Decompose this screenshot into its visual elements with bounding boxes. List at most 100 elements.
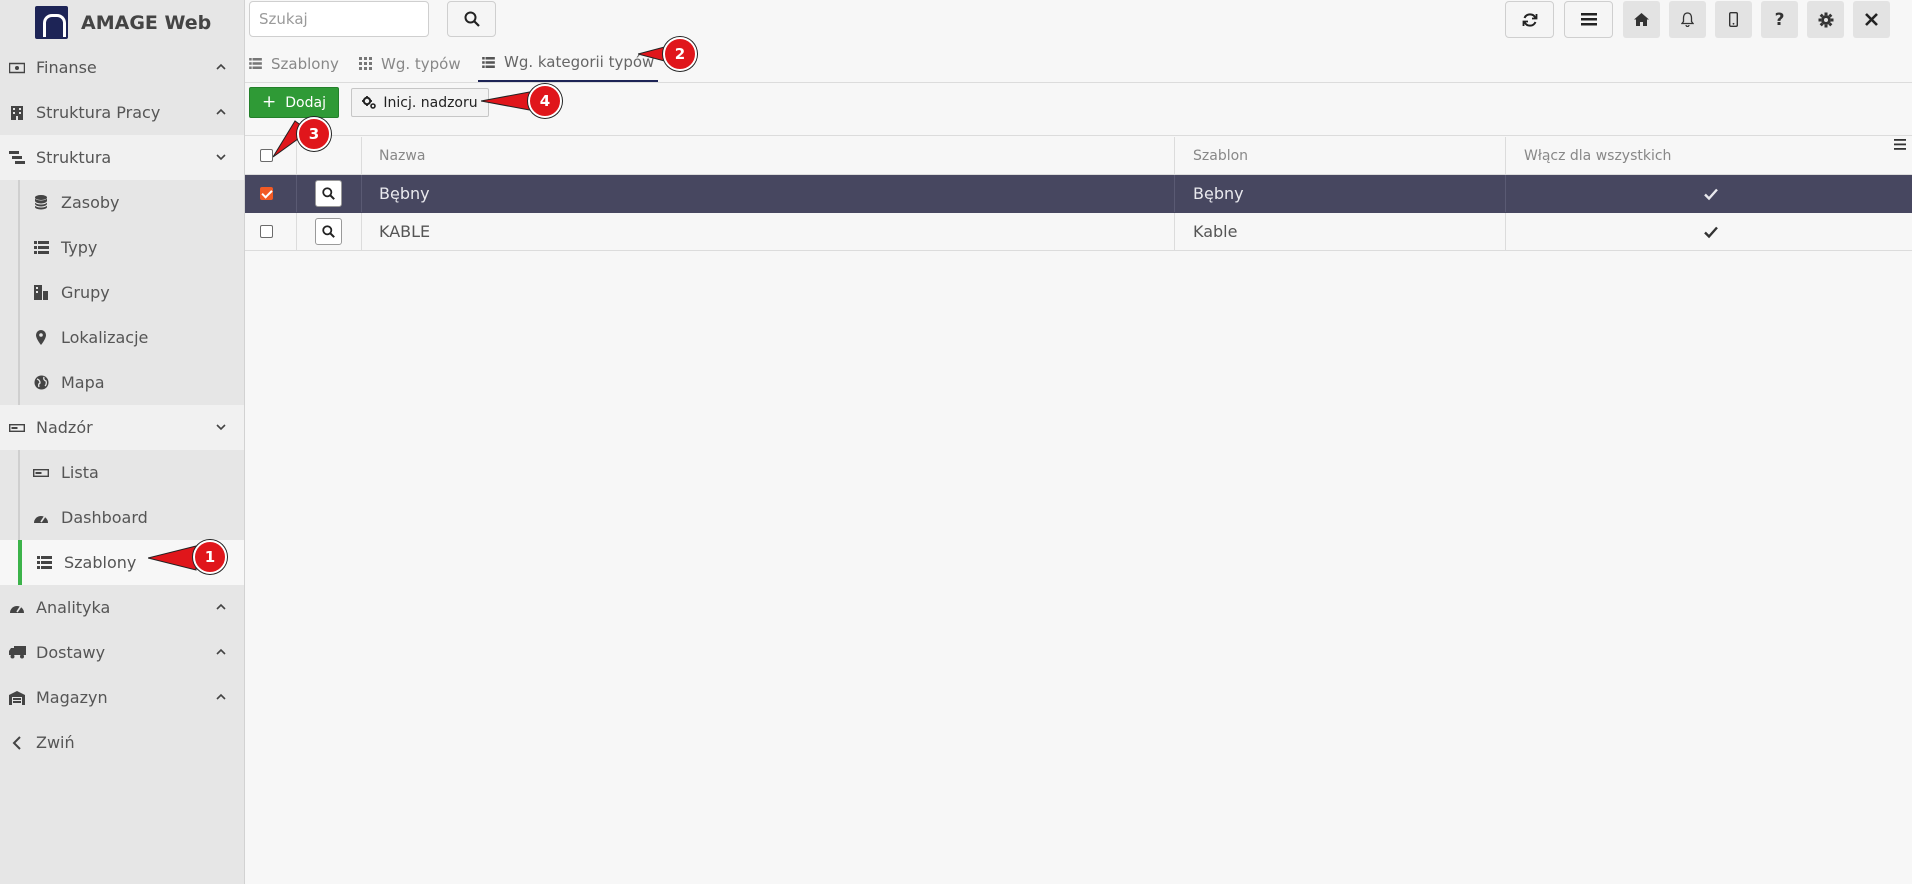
home-icon xyxy=(1634,13,1649,26)
sidebar-item-label: Lokalizacje xyxy=(61,328,149,347)
sidebar-item-grupy[interactable]: Grupy xyxy=(0,270,244,315)
preview-button[interactable] xyxy=(315,218,342,245)
search-button[interactable] xyxy=(447,1,496,37)
cell-wlacz xyxy=(1704,213,1718,250)
search-icon xyxy=(322,225,335,238)
sidebar-item-struktura-pracy[interactable]: Struktura Pracy xyxy=(0,90,244,135)
sidebar-item-label: Grupy xyxy=(61,283,110,302)
row-checkbox[interactable] xyxy=(260,187,273,200)
list-icon xyxy=(33,241,49,254)
hamburger-icon xyxy=(1580,13,1597,26)
row-preview-cell[interactable] xyxy=(315,175,342,212)
hamburger-icon xyxy=(1894,138,1906,150)
tab-szablony[interactable]: Szablony xyxy=(249,44,339,83)
settings-button[interactable] xyxy=(1807,1,1844,38)
sidebar-item-label: Szablony xyxy=(64,553,137,572)
add-button-label: Dodaj xyxy=(285,94,326,111)
sidebar-item-zasoby[interactable]: Zasoby xyxy=(0,180,244,225)
sidebar-item-lokalizacje[interactable]: Lokalizacje xyxy=(0,315,244,360)
column-menu-button[interactable] xyxy=(1894,133,1906,155)
refresh-button[interactable] xyxy=(1505,1,1554,38)
grid-icon xyxy=(359,57,372,70)
init-supervision-button[interactable]: Inicj. nadzoru xyxy=(351,88,489,117)
app-logo xyxy=(35,6,68,39)
chevron-up-icon xyxy=(216,603,226,610)
chevron-up-icon xyxy=(216,108,226,115)
map-marker-icon xyxy=(33,330,49,345)
row-select-cell[interactable] xyxy=(260,213,273,250)
sidebar-item-magazyn[interactable]: Magazyn xyxy=(0,675,244,720)
help-button[interactable]: ? xyxy=(1761,1,1798,38)
sidebar-item-typy[interactable]: Typy xyxy=(0,225,244,270)
select-all-checkbox[interactable] xyxy=(260,149,273,162)
sidebar-item-dostawy[interactable]: Dostawy xyxy=(0,630,244,675)
sidebar-item-label: Mapa xyxy=(61,373,105,392)
sitemap-icon xyxy=(8,150,26,165)
sidebar-item-nadzor[interactable]: Nadzór xyxy=(0,405,244,450)
gear-icon xyxy=(1818,12,1833,27)
preview-button[interactable] xyxy=(315,180,342,207)
table-row[interactable]: Bębny Bębny xyxy=(245,175,1912,213)
sidebar-item-label: Zwiń xyxy=(36,733,75,752)
init-button-label: Inicj. nadzoru xyxy=(383,94,478,111)
sidebar-item-finanse[interactable]: Finanse xyxy=(0,45,244,90)
data-table: Nazwa Szablon Włącz dla wszystkich Bębny… xyxy=(245,117,1912,251)
chevron-up-icon xyxy=(216,63,226,70)
search-input[interactable] xyxy=(249,1,429,37)
search-icon xyxy=(464,11,480,27)
tab-bar: Szablony Wg. typów Wg. kategorii typów 2 xyxy=(245,37,1912,83)
tab-wg-kategorii-typow[interactable]: Wg. kategorii typów xyxy=(478,44,659,82)
annotation-marker-2: 2 xyxy=(663,37,697,71)
mobile-button[interactable] xyxy=(1715,1,1752,38)
sidebar-item-label: Nadzór xyxy=(36,418,93,437)
table-row[interactable]: KABLE Kable xyxy=(245,213,1912,251)
table-header: Nazwa Szablon Włącz dla wszystkich xyxy=(245,137,1912,175)
refresh-icon xyxy=(1522,12,1537,27)
notifications-button[interactable] xyxy=(1669,1,1706,38)
column-header-wlacz[interactable]: Włącz dla wszystkich xyxy=(1524,137,1671,174)
gauge-icon xyxy=(8,602,26,614)
close-icon xyxy=(1865,13,1878,26)
tab-label: Wg. kategorii typów xyxy=(504,53,655,71)
sidebar-item-struktura[interactable]: Struktura xyxy=(0,135,244,180)
row-preview-cell[interactable] xyxy=(315,213,342,250)
database-icon xyxy=(33,195,49,210)
menu-button[interactable] xyxy=(1564,1,1613,38)
home-button[interactable] xyxy=(1623,1,1660,38)
chevron-left-icon xyxy=(8,735,26,750)
chevron-down-icon xyxy=(216,424,226,431)
tab-wg-typow[interactable]: Wg. typów xyxy=(359,44,461,83)
list-icon xyxy=(482,56,495,68)
check-icon xyxy=(1704,188,1718,200)
question-icon: ? xyxy=(1774,9,1785,30)
cell-wlacz xyxy=(1704,175,1718,212)
close-button[interactable] xyxy=(1853,1,1890,38)
add-button[interactable]: + Dodaj xyxy=(249,87,339,118)
sidebar-item-mapa[interactable]: Mapa xyxy=(0,360,244,405)
sidebar-item-label: Lista xyxy=(61,463,99,482)
sidebar-item-dashboard[interactable]: Dashboard xyxy=(0,495,244,540)
sidebar-collapse[interactable]: Zwiń xyxy=(0,720,244,765)
group-icon xyxy=(33,285,49,300)
column-header-szablon[interactable]: Szablon xyxy=(1193,137,1248,174)
plus-icon: + xyxy=(262,92,277,112)
tab-label: Szablony xyxy=(271,54,339,73)
row-checkbox[interactable] xyxy=(260,225,273,238)
sidebar-item-label: Zasoby xyxy=(61,193,120,212)
truck-icon xyxy=(8,646,26,659)
struktura-submenu: Zasoby Typy Grupy Lokalizacje Mapa xyxy=(0,180,244,405)
mobile-icon xyxy=(1729,12,1738,27)
cell-nazwa: KABLE xyxy=(379,222,431,241)
hdd-icon xyxy=(8,423,26,432)
sidebar-item-label: Magazyn xyxy=(36,688,108,707)
column-header-nazwa[interactable]: Nazwa xyxy=(379,137,425,174)
select-all-cell[interactable] xyxy=(260,137,273,174)
brand[interactable]: AMAGE Web xyxy=(0,0,244,45)
sidebar-item-analityka[interactable]: Analityka xyxy=(0,585,244,630)
sidebar-item-lista[interactable]: Lista xyxy=(0,450,244,495)
row-select-cell[interactable] xyxy=(260,175,273,212)
tab-label: Wg. typów xyxy=(381,54,461,73)
list-icon xyxy=(249,58,262,69)
toolbar: + Dodaj Inicj. nadzoru 4 xyxy=(245,84,1912,136)
annotation-marker-1: 1 xyxy=(193,540,227,574)
